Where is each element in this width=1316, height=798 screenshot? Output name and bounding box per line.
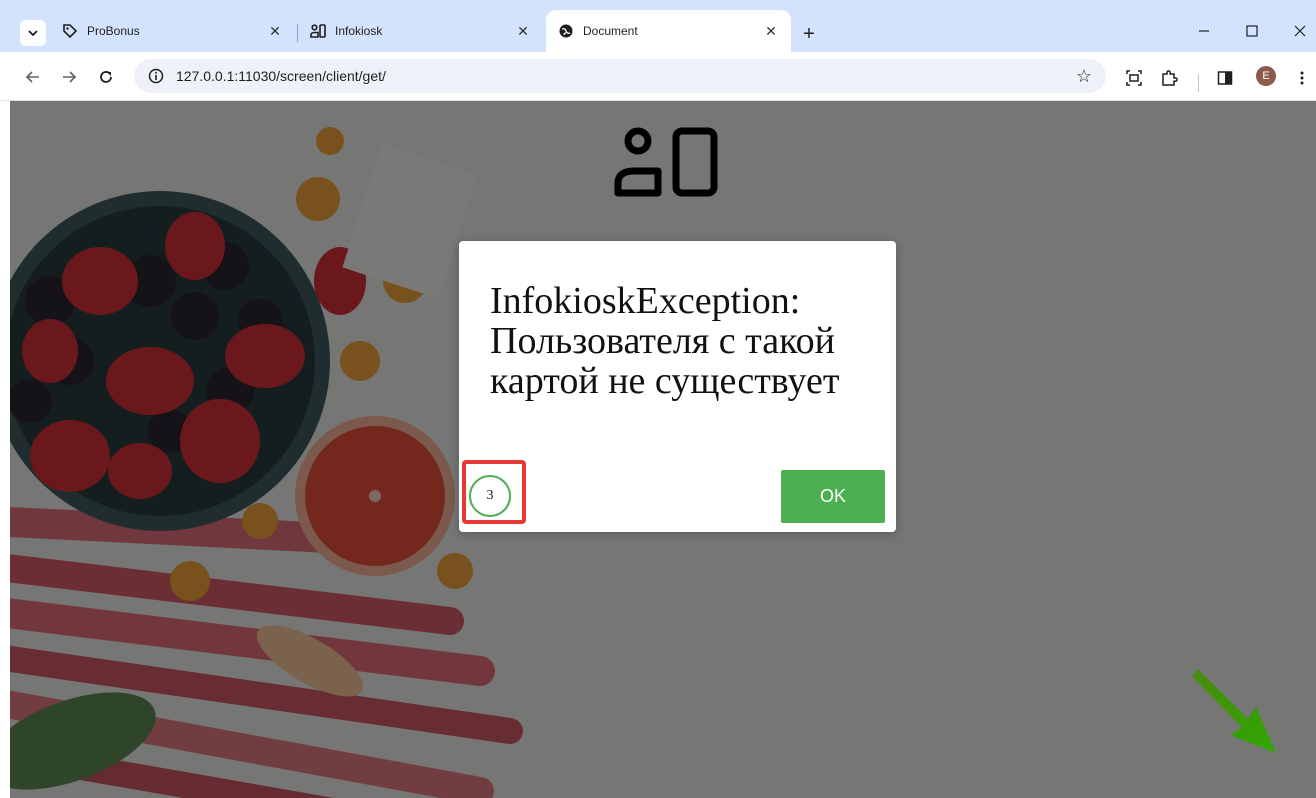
side-panel-button[interactable] <box>1213 66 1237 90</box>
screenshot-button[interactable] <box>1122 66 1146 90</box>
back-button[interactable] <box>20 64 46 90</box>
tab-title: Document <box>583 24 638 38</box>
more-vert-icon <box>1300 71 1304 85</box>
arrow-left-icon <box>25 71 39 83</box>
close-icon[interactable]: ✕ <box>763 23 779 39</box>
info-icon[interactable] <box>144 64 168 88</box>
tab-infokiosk[interactable]: Infokiosk ✕ <box>298 10 543 52</box>
puzzle-icon <box>1162 70 1178 86</box>
ok-button[interactable]: OK <box>781 470 885 523</box>
arrow-down-right-icon <box>1192 669 1276 753</box>
globe-icon <box>558 23 574 39</box>
kiosk-logo-icon <box>614 127 718 197</box>
countdown-timer: 3 <box>469 475 511 517</box>
maximize-button[interactable] <box>1232 16 1272 46</box>
forward-button[interactable] <box>56 64 82 90</box>
reload-icon <box>100 71 112 83</box>
maximize-icon <box>1246 25 1258 37</box>
window-close-button[interactable] <box>1280 16 1316 46</box>
arrow-right-icon <box>63 71 77 83</box>
tab-document[interactable]: Document ✕ <box>546 10 791 52</box>
toolbar-divider <box>1198 74 1199 92</box>
extensions-button[interactable] <box>1157 66 1181 90</box>
tab-title: ProBonus <box>87 24 140 38</box>
kiosk-logo-icon <box>310 23 326 39</box>
side-panel-icon <box>1217 71 1233 85</box>
address-bar[interactable]: 127.0.0.1:11030/screen/client/get/ ☆ <box>134 59 1106 93</box>
tab-title: Infokiosk <box>335 24 383 38</box>
tab-search-button[interactable] <box>20 20 46 46</box>
bookmark-star-icon[interactable]: ☆ <box>1076 66 1092 87</box>
reload-button[interactable] <box>93 64 119 90</box>
error-message: InfokioskException: Пользователя с такой… <box>490 280 840 402</box>
capture-icon <box>1126 70 1142 86</box>
minimize-button[interactable] <box>1184 16 1224 46</box>
page-viewport: InfokioskException: Пользователя с такой… <box>10 101 1316 798</box>
chevron-down-icon <box>28 30 38 37</box>
tab-bar: ProBonus ✕ Infokiosk ✕ Document ✕ + <box>0 0 1316 52</box>
profile-avatar[interactable]: E <box>1256 66 1276 86</box>
close-icon <box>1294 25 1306 37</box>
minimize-icon <box>1199 30 1209 32</box>
new-tab-button[interactable]: + <box>797 22 821 46</box>
tab-probonus[interactable]: ProBonus ✕ <box>50 10 295 52</box>
close-icon[interactable]: ✕ <box>515 23 531 39</box>
url-text[interactable]: 127.0.0.1:11030/screen/client/get/ <box>176 68 386 84</box>
tag-icon <box>62 23 78 39</box>
browser-toolbar: 127.0.0.1:11030/screen/client/get/ ☆ <box>0 52 1316 101</box>
error-dialog: InfokioskException: Пользователя с такой… <box>459 241 896 532</box>
window-edge <box>0 101 10 798</box>
close-icon[interactable]: ✕ <box>267 23 283 39</box>
menu-button[interactable] <box>1290 66 1314 90</box>
